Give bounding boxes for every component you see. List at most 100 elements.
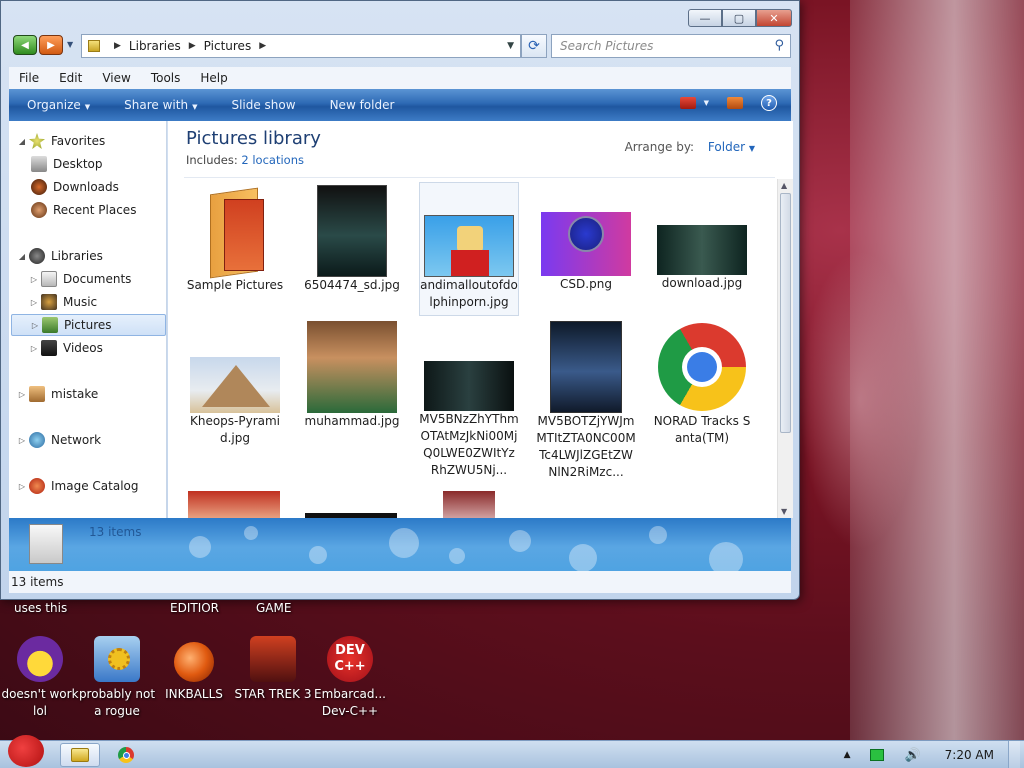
nav-music[interactable]: ▷ Music [29, 291, 97, 313]
scroll-thumb[interactable] [780, 193, 791, 433]
menu-help[interactable]: Help [190, 71, 237, 85]
file-tile[interactable]: MV5BNzZhYThmOTAtMzJkNi00MjQ0LWE0ZWItYzRh… [419, 321, 519, 479]
nav-network[interactable]: ▷ Network [17, 429, 101, 451]
expand-arrow-icon[interactable]: ▷ [29, 298, 39, 307]
search-placeholder: Search Pictures [560, 39, 654, 53]
nav-desktop[interactable]: Desktop [29, 153, 103, 175]
expand-arrow-icon[interactable]: ▷ [17, 482, 27, 491]
file-tile[interactable]: muhammad.jpg [302, 321, 402, 430]
expand-arrow-icon[interactable]: ▷ [30, 321, 40, 330]
explorer-folder-icon [71, 748, 89, 762]
menu-tools[interactable]: Tools [141, 71, 191, 85]
nav-pictures[interactable]: ▷ Pictures [11, 314, 166, 336]
forward-button[interactable]: ▶ [39, 35, 63, 55]
maximize-button[interactable]: ▢ [722, 9, 756, 27]
desktop-icon-label[interactable]: EDITIOR [170, 601, 219, 615]
scroll-up-icon[interactable]: ▲ [781, 181, 787, 190]
nav-desktop-label: Desktop [53, 157, 103, 171]
recent-pages-chevron-icon[interactable]: ▼ [67, 40, 73, 49]
address-dropdown-icon[interactable]: ▼ [507, 41, 514, 51]
explorer-window: — ▢ ✕ ◀ ▶ ▼ ▶ Libraries ▶ Pictures ▶ ▼ ⟳… [0, 0, 800, 600]
collapse-arrow-icon[interactable]: ◢ [17, 137, 27, 146]
menu-edit[interactable]: Edit [49, 71, 92, 85]
partial-thumbnail[interactable] [443, 491, 495, 518]
chevron-down-icon: ▼ [192, 103, 198, 111]
locations-link[interactable]: 2 locations [241, 153, 304, 167]
vertical-scrollbar[interactable]: ▲ ▼ [777, 179, 793, 518]
share-with-button[interactable]: Share with ▼ [107, 98, 214, 112]
folder-icon [202, 185, 268, 279]
nav-image-catalog[interactable]: ▷ Image Catalog [17, 475, 138, 497]
collapse-arrow-icon[interactable]: ◢ [17, 252, 27, 261]
taskbar-chrome-button[interactable] [106, 743, 146, 767]
share-with-label: Share with [124, 98, 189, 112]
change-view-button[interactable]: ▼ [679, 97, 709, 109]
desktop-icon-yahoo[interactable]: doesn't work lol [0, 636, 80, 720]
nav-recent-places[interactable]: Recent Places [29, 199, 136, 221]
expand-arrow-icon[interactable]: ▷ [17, 436, 27, 445]
file-name: CSD.png [560, 277, 612, 291]
expand-arrow-icon[interactable]: ▷ [17, 390, 27, 399]
battery-icon[interactable] [870, 749, 885, 761]
nav-favorites[interactable]: ◢ Favorites [17, 130, 105, 152]
file-tile-selected[interactable]: andimalloutofdolphinporn.jpg [419, 182, 519, 316]
preview-pane-icon[interactable] [727, 97, 743, 109]
desktop-icon-label[interactable]: GAME [256, 601, 291, 615]
file-tile[interactable]: NORAD Tracks Santa(TM) [652, 321, 752, 447]
search-icon[interactable]: ⚲ [774, 38, 784, 53]
desktop-icon-label[interactable]: uses this [14, 601, 67, 615]
file-tile[interactable]: 6504474_sd.jpg [302, 185, 402, 294]
back-button[interactable]: ◀ [13, 35, 37, 55]
desktop-icon-inkballs[interactable]: INKBALLS [154, 636, 234, 703]
desktop-icon-label: INKBALLS [165, 687, 223, 701]
bubble-decoration [649, 526, 667, 544]
partial-thumbnail[interactable] [188, 491, 280, 518]
file-tile[interactable]: download.jpg [652, 185, 752, 292]
file-tile[interactable]: Sample Pictures [185, 185, 285, 294]
breadcrumb-arrow-icon: ▶ [188, 41, 196, 51]
library-includes: Includes: 2 locations [186, 153, 304, 167]
volume-icon[interactable]: 🔊 [904, 748, 920, 763]
taskbar-explorer-button[interactable] [60, 743, 100, 767]
nav-downloads[interactable]: Downloads [29, 176, 119, 198]
slide-show-button[interactable]: Slide show [214, 98, 312, 112]
library-folder-icon [88, 40, 100, 52]
nav-recent-places-label: Recent Places [53, 203, 137, 217]
menu-view[interactable]: View [92, 71, 140, 85]
desktop-icon-star-trek[interactable]: STAR TREK 3 [233, 636, 313, 703]
chevron-down-icon: ▼ [748, 144, 755, 153]
start-button[interactable] [2, 731, 48, 768]
nav-music-label: Music [63, 295, 98, 309]
new-folder-button[interactable]: New folder [313, 98, 412, 112]
file-tile[interactable]: MV5BOTZjYWJmMTItZTA0NC00MTc4LWJlZGEtZWNl… [536, 321, 636, 481]
expand-arrow-icon[interactable]: ▷ [29, 344, 39, 353]
desktop-icon-probably-not-a-rogue[interactable]: probably not a rogue [77, 636, 157, 720]
bubble-decoration [244, 526, 258, 540]
clock[interactable]: 7:20 AM [945, 748, 994, 762]
breadcrumb-libraries[interactable]: Libraries [129, 39, 181, 53]
nav-mistake[interactable]: ▷ mistake [17, 383, 98, 405]
arrange-by-dropdown[interactable]: Folder ▼ [708, 140, 755, 154]
refresh-button[interactable]: ⟳ [521, 34, 547, 58]
nav-documents[interactable]: ▷ Documents [29, 268, 131, 290]
desktop-icon-devcpp[interactable]: DEV C++ Embarcad... Dev-C++ [310, 636, 390, 720]
gears-monitor-icon [94, 636, 140, 682]
address-bar[interactable]: ▶ Libraries ▶ Pictures ▶ ▼ [81, 34, 521, 58]
breadcrumb-pictures[interactable]: Pictures [204, 39, 252, 53]
organize-button[interactable]: Organize ▼ [9, 98, 107, 112]
help-icon[interactable]: ? [761, 95, 777, 111]
file-tile[interactable]: CSD.png [536, 185, 636, 293]
file-name: Sample Pictures [186, 278, 284, 292]
minimize-button[interactable]: — [688, 9, 722, 27]
scroll-down-icon[interactable]: ▼ [781, 507, 787, 516]
show-desktop-button[interactable] [1008, 741, 1020, 768]
menu-file[interactable]: File [9, 71, 49, 85]
show-hidden-icons-icon[interactable]: ▲ [844, 750, 851, 760]
nav-videos[interactable]: ▷ Videos [29, 337, 103, 359]
file-tile[interactable]: Kheops-Pyramid.jpg [185, 321, 285, 447]
search-input[interactable]: Search Pictures ⚲ [551, 34, 791, 58]
music-icon [41, 294, 57, 310]
close-button[interactable]: ✕ [756, 9, 792, 27]
expand-arrow-icon[interactable]: ▷ [29, 275, 39, 284]
nav-libraries[interactable]: ◢ Libraries [17, 245, 103, 267]
